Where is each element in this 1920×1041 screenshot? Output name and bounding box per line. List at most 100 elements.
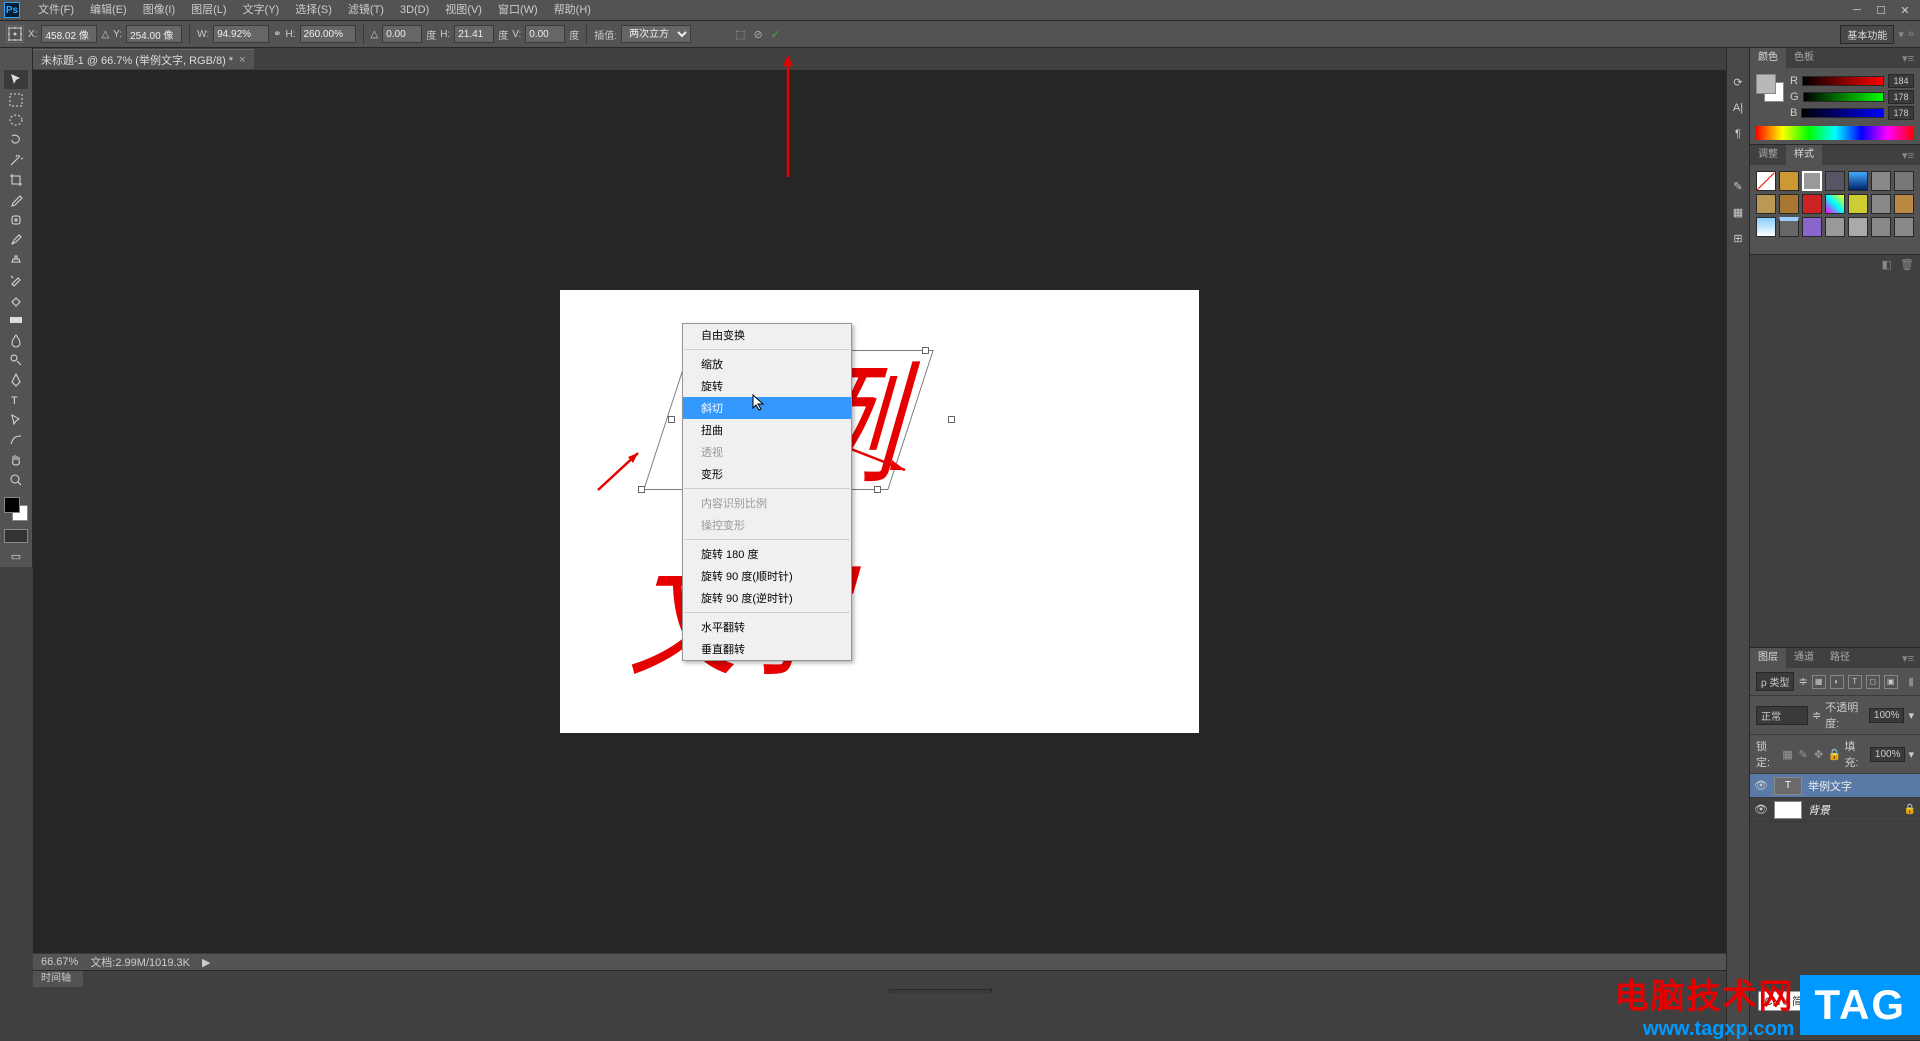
history-panel-icon[interactable]: ⟳ <box>1728 72 1748 92</box>
hand-tool[interactable] <box>4 450 28 469</box>
style-swatch[interactable] <box>1756 194 1776 214</box>
menu-filter[interactable]: 滤镜(T) <box>340 0 392 21</box>
interp-select[interactable]: 两次立方 <box>621 25 691 43</box>
b-value[interactable]: 178 <box>1888 106 1914 120</box>
gradient-tool[interactable] <box>4 310 28 329</box>
style-swatch[interactable] <box>1779 217 1799 237</box>
filter-smart-icon[interactable]: ▣ <box>1884 675 1898 689</box>
style-swatch[interactable] <box>1848 171 1868 191</box>
blend-mode-select[interactable]: 正常 <box>1756 706 1808 725</box>
ctx-free-transform[interactable]: 自由变换 <box>683 324 851 346</box>
move-tool[interactable] <box>4 70 28 89</box>
color-panel-menu-icon[interactable]: ▾≡ <box>1896 52 1920 65</box>
lock-paint-icon[interactable]: ✎ <box>1797 747 1809 761</box>
menu-3d[interactable]: 3D(D) <box>392 0 437 21</box>
magic-wand-tool[interactable] <box>4 150 28 169</box>
dodge-tool[interactable] <box>4 350 28 369</box>
style-swatch[interactable] <box>1825 217 1845 237</box>
ctx-rotate[interactable]: 旋转 <box>683 375 851 397</box>
style-swatch[interactable] <box>1871 171 1891 191</box>
brush-tool[interactable] <box>4 230 28 249</box>
color-fgbg[interactable] <box>1756 74 1784 106</box>
style-swatch[interactable] <box>1756 217 1776 237</box>
minimize-button[interactable]: ─ <box>1846 2 1868 18</box>
xy-link-icon[interactable]: △ <box>101 29 109 40</box>
commit-transform-icon[interactable]: ✓ <box>771 28 780 41</box>
adjustments-tab[interactable]: 调整 <box>1750 145 1786 165</box>
g-value[interactable]: 178 <box>1888 90 1914 104</box>
panel-icon[interactable]: ◧ <box>1882 258 1892 271</box>
color-tab[interactable]: 颜色 <box>1750 48 1786 68</box>
filter-shape-icon[interactable]: ◻ <box>1866 675 1880 689</box>
layer-name[interactable]: 背景 <box>1808 802 1830 818</box>
style-swatch[interactable] <box>1825 171 1845 191</box>
ctx-content-aware[interactable]: 内容识别比例 <box>683 492 851 514</box>
style-swatch[interactable] <box>1802 171 1822 191</box>
healing-brush-tool[interactable] <box>4 210 28 229</box>
ctx-scale[interactable]: 缩放 <box>683 353 851 375</box>
fg-bg-swatches[interactable] <box>2 495 30 523</box>
history-brush-tool[interactable] <box>4 270 28 289</box>
b-slider[interactable] <box>1801 108 1884 118</box>
lock-all-icon[interactable]: 🔒 <box>1828 747 1842 761</box>
panel-trash-icon[interactable]: 🗑 <box>1900 258 1914 271</box>
create-timeline-button[interactable]: 创建视频时间轴▾ <box>889 989 992 993</box>
ctx-puppet[interactable]: 操控变形 <box>683 514 851 536</box>
style-swatch[interactable] <box>1825 194 1845 214</box>
close-tab-icon[interactable]: × <box>239 54 245 66</box>
path-selection-tool[interactable] <box>4 410 28 429</box>
lock-pos-icon[interactable]: ✥ <box>1812 747 1824 761</box>
maximize-button[interactable]: ☐ <box>1870 2 1892 18</box>
w-input[interactable] <box>213 25 269 43</box>
x-input[interactable] <box>41 25 97 43</box>
filter-pixel-icon[interactable]: ▦ <box>1812 675 1826 689</box>
transform-ref-icon[interactable] <box>6 25 24 43</box>
clone-panel-icon[interactable]: ⊞ <box>1728 228 1748 248</box>
type-tool[interactable]: T <box>4 390 28 409</box>
close-button[interactable]: ✕ <box>1894 2 1916 18</box>
menu-file[interactable]: 文件(F) <box>30 0 82 21</box>
ctx-rot90ccw[interactable]: 旋转 90 度(逆时针) <box>683 587 851 609</box>
ellipse-marquee-tool[interactable] <box>4 110 28 129</box>
styles-panel-menu-icon[interactable]: ▾≡ <box>1896 149 1920 162</box>
h-input[interactable] <box>300 25 356 43</box>
r-slider[interactable] <box>1802 76 1884 86</box>
timeline-tab[interactable]: 时间轴 <box>33 971 83 987</box>
r-value[interactable]: 184 <box>1888 74 1914 88</box>
lock-trans-icon[interactable]: ▦ <box>1781 747 1793 761</box>
char-panel-icon[interactable]: A| <box>1728 98 1748 118</box>
ctx-rot180[interactable]: 旋转 180 度 <box>683 543 851 565</box>
lasso-tool[interactable] <box>4 130 28 149</box>
layer-name[interactable]: 举例文字 <box>1808 778 1852 794</box>
style-swatch[interactable] <box>1848 194 1868 214</box>
layers-panel-menu-icon[interactable]: ▾≡ <box>1896 652 1920 665</box>
style-swatch[interactable] <box>1894 194 1914 214</box>
pen-tool[interactable] <box>4 370 28 389</box>
style-swatch[interactable] <box>1756 171 1776 191</box>
eraser-tool[interactable] <box>4 290 28 309</box>
ctx-distort[interactable]: 扭曲 <box>683 419 851 441</box>
cancel-transform-icon[interactable]: ⊘ <box>753 28 762 41</box>
ctx-rot90cw[interactable]: 旋转 90 度(顺时针) <box>683 565 851 587</box>
ctx-perspective[interactable]: 透视 <box>683 441 851 463</box>
document-canvas[interactable]: 举例文字 <box>560 290 1199 733</box>
style-swatch[interactable] <box>1894 217 1914 237</box>
style-swatch[interactable] <box>1802 217 1822 237</box>
angle-input[interactable] <box>382 25 422 43</box>
g-slider[interactable] <box>1803 92 1884 102</box>
layer-filter-kind[interactable]: ρ 类型 <box>1756 672 1794 691</box>
channels-tab[interactable]: 通道 <box>1786 648 1822 668</box>
spectrum-bar[interactable] <box>1756 126 1914 140</box>
menu-layer[interactable]: 图层(L) <box>183 0 234 21</box>
ctx-skew[interactable]: 斜切 <box>683 397 851 419</box>
layer-item-text[interactable]: 👁 T 举例文字 <box>1750 774 1920 798</box>
vshear-input[interactable] <box>525 25 565 43</box>
style-swatch[interactable] <box>1871 217 1891 237</box>
layer-item-bg[interactable]: 👁 背景 🔒 <box>1750 798 1920 822</box>
ctx-warp[interactable]: 变形 <box>683 463 851 485</box>
menu-type[interactable]: 文字(Y) <box>235 0 288 21</box>
opacity-value[interactable]: 100% <box>1869 708 1905 723</box>
quickmask-button[interactable] <box>4 529 28 543</box>
ctx-flip-h[interactable]: 水平翻转 <box>683 616 851 638</box>
document-tab[interactable]: 未标题-1 @ 66.7% (举例文字, RGB/8) * × <box>33 49 254 69</box>
